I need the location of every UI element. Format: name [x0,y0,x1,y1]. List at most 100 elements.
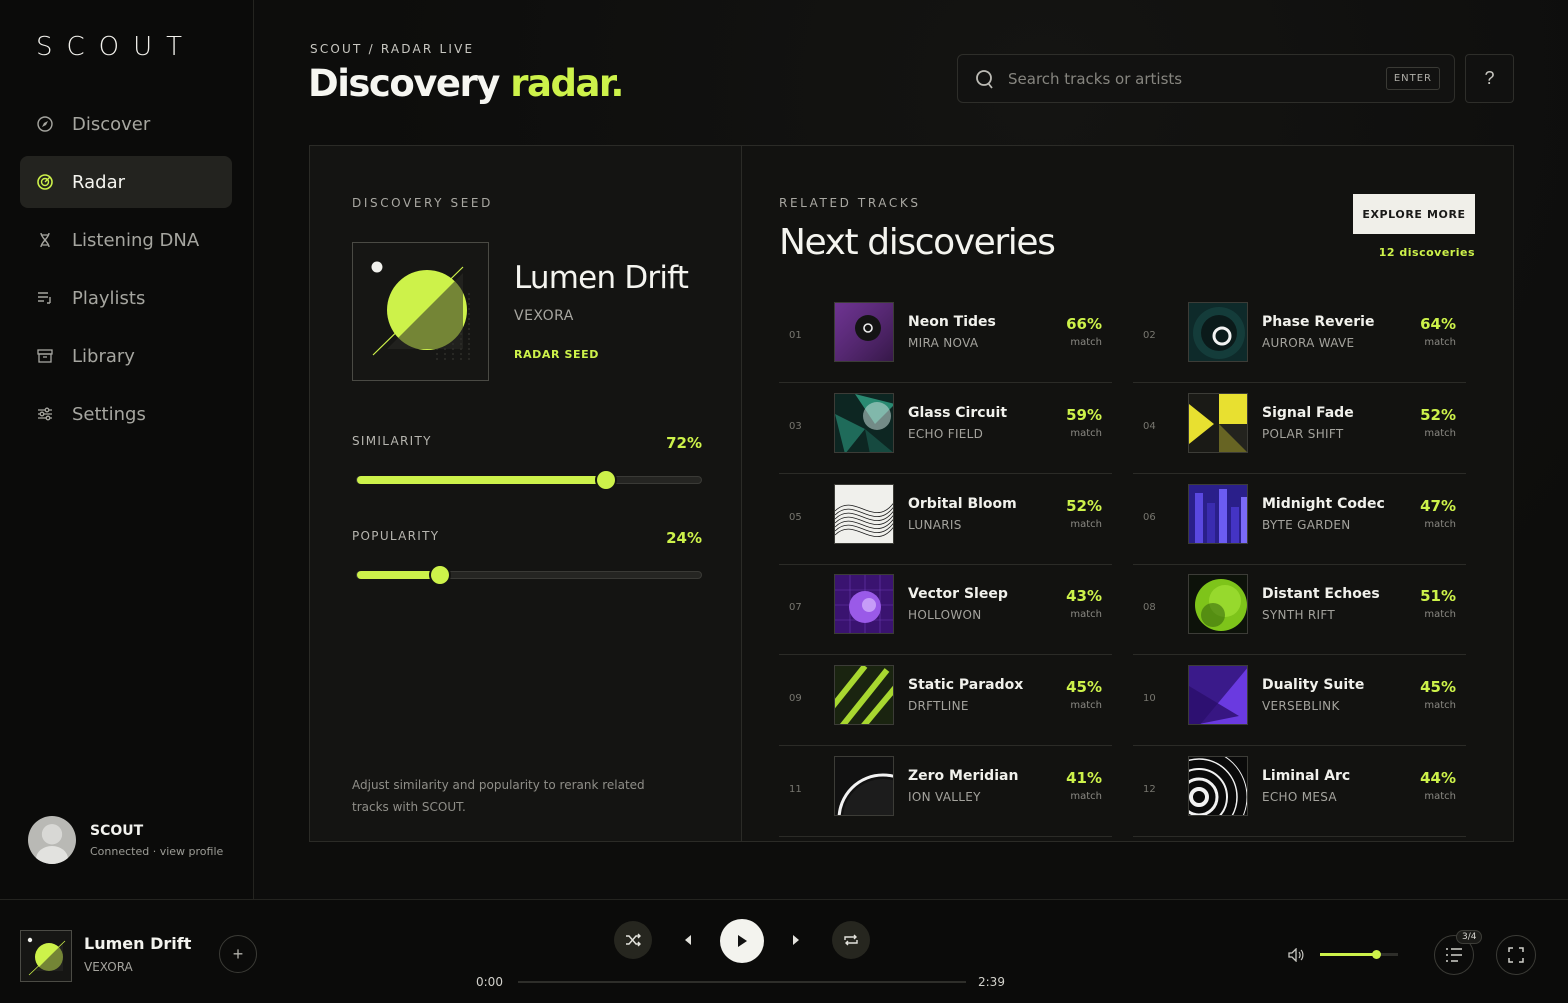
previous-button[interactable] [676,928,700,952]
track-album-art[interactable] [1188,392,1248,453]
track-match-label: match [1424,700,1456,712]
now-playing-art[interactable] [20,930,72,982]
track-album-art[interactable] [834,483,894,544]
track-artist[interactable]: ECHO FIELD [908,427,983,441]
track-match-label: match [1070,700,1102,712]
track-album-art[interactable] [834,392,894,453]
play-button[interactable] [720,919,764,963]
track-row[interactable]: 02 Phase Reverie AURORA WAVE 64% match [1133,292,1466,383]
track-row[interactable]: 05 Orbital Bloom LUNARIS 52% match [779,474,1112,565]
track-album-art[interactable] [1188,302,1248,362]
track-title[interactable]: Duality Suite [1262,677,1364,693]
track-row[interactable]: 12 Liminal Arc ECHO MESA 44% match [1133,746,1466,837]
track-title[interactable]: Phase Reverie [1262,314,1374,330]
track-artist[interactable]: VERSEBLINK [1262,699,1340,713]
track-artist[interactable]: DRFTLINE [908,699,969,713]
player-bar: Lumen Drift VEXORA + 0:00 2:39 [0,899,1568,1003]
nav-item-label: Listening DNA [72,229,200,251]
search-bar[interactable]: ENTER [957,54,1455,103]
track-album-art[interactable] [1188,665,1248,726]
track-artist[interactable]: LUNARIS [908,518,962,532]
track-artist[interactable]: ECHO MESA [1262,790,1337,804]
shuffle-button[interactable] [614,921,652,959]
nav-item-discover[interactable]: Discover [20,98,232,150]
track-album-art[interactable] [1188,574,1248,635]
track-row[interactable]: 11 Zero Meridian ION VALLEY 41% match [779,746,1112,837]
explore-more-button[interactable]: EXPLORE MORE [1353,194,1475,234]
nav-item-label: Discover [72,113,151,135]
track-title[interactable]: Distant Echoes [1262,586,1380,602]
track-artist[interactable]: MIRA NOVA [908,336,978,350]
popularity-thumb[interactable] [431,566,450,584]
app-logo[interactable]: SCOUT [36,32,196,62]
similarity-slider[interactable] [356,471,702,489]
track-artist[interactable]: ION VALLEY [908,790,981,804]
track-row[interactable]: 04 Signal Fade POLAR SHIFT 52% match [1133,383,1466,474]
track-match-percent: 43% [1066,587,1102,606]
track-row[interactable]: 08 Distant Echoes SYNTH RIFT 51% match [1133,564,1466,656]
compass-icon [36,115,54,133]
plus-icon: + [232,943,244,964]
nav-item-radar[interactable]: Radar [20,156,232,208]
track-title[interactable]: Signal Fade [1262,405,1354,421]
track-album-art[interactable] [834,302,894,362]
track-match-label: match [1070,518,1102,530]
track-row[interactable]: 10 Duality Suite VERSEBLINK 45% match [1133,655,1466,747]
nav-item-label: Radar [72,171,125,193]
nav-item-label: Library [72,345,135,367]
help-button[interactable]: ? [1465,54,1514,103]
track-title[interactable]: Orbital Bloom [908,496,1017,512]
track-row[interactable]: 03 Glass Circuit ECHO FIELD 59% match [779,383,1112,474]
track-artist[interactable]: BYTE GARDEN [1262,518,1351,532]
seed-album-art[interactable] [352,242,489,381]
track-artist[interactable]: AURORA WAVE [1262,336,1354,350]
track-match-label: match [1070,609,1102,621]
next-button[interactable] [784,928,808,952]
track-row[interactable]: 06 Midnight Codec BYTE GARDEN 47% match [1133,474,1466,565]
track-album-art[interactable] [1188,756,1248,816]
repeat-button[interactable] [832,921,870,959]
sliders-icon [36,405,54,423]
search-input[interactable] [1008,69,1386,88]
track-row[interactable]: 07 Vector Sleep HOLLOWON 43% match [779,564,1112,656]
nav-item-library[interactable]: Library [20,330,232,382]
track-artist[interactable]: HOLLOWON [908,608,982,622]
track-title[interactable]: Midnight Codec [1262,496,1385,512]
avatar[interactable] [28,816,76,864]
dna-icon [36,231,54,249]
track-artist[interactable]: POLAR SHIFT [1262,427,1344,441]
nav-item-settings[interactable]: Settings [20,388,232,440]
track-album-art[interactable] [834,756,894,816]
profile-status-link[interactable]: Connected · view profile [90,845,223,858]
profile-card[interactable]: SCOUT Connected · view profile [28,816,223,864]
nav-item-label: Playlists [72,287,146,309]
track-album-art[interactable] [1188,483,1248,544]
next-icon [793,935,799,945]
track-title[interactable]: Liminal Arc [1262,768,1350,784]
volume-thumb[interactable] [1372,950,1382,959]
track-album-art[interactable] [834,574,894,635]
track-title[interactable]: Static Paradox [908,677,1023,693]
radar-seed-badge: RADAR SEED [514,348,600,361]
track-title[interactable]: Glass Circuit [908,405,1007,421]
track-row[interactable]: 01 Neon Tides MIRA NOVA 66% match [779,292,1112,383]
volume-slider[interactable] [1320,950,1398,959]
nav-item-listening-dna[interactable]: Listening DNA [20,214,232,266]
popularity-slider[interactable] [356,566,702,584]
add-to-library-button[interactable]: + [219,935,257,973]
track-row[interactable]: 09 Static Paradox DRFTLINE 45% match [779,655,1112,747]
track-artist[interactable]: SYNTH RIFT [1262,608,1335,622]
volume-icon[interactable] [1284,944,1308,966]
track-title[interactable]: Vector Sleep [908,586,1008,602]
track-title[interactable]: Zero Meridian [908,768,1018,784]
similarity-thumb[interactable] [597,471,616,489]
progress-bar[interactable] [518,981,966,983]
nav-item-playlists[interactable]: Playlists [20,272,232,324]
fullscreen-button[interactable] [1496,935,1536,975]
track-album-art[interactable] [834,665,894,726]
track-title[interactable]: Neon Tides [908,314,996,330]
popularity-value: 24% [666,529,702,547]
track-number: 05 [789,511,802,523]
page-title-accent: radar. [510,62,624,105]
related-tracks: RELATED TRACKS Next discoveries EXPLORE … [779,146,1513,841]
